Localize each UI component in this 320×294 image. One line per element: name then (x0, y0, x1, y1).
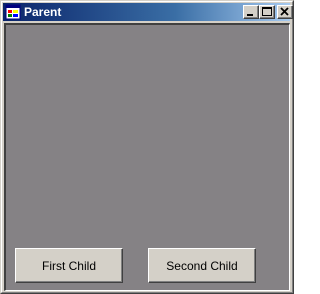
minimize-button[interactable] (243, 5, 259, 19)
title-bar[interactable]: Parent (3, 3, 293, 21)
window-title: Parent (24, 5, 62, 19)
minimize-icon (247, 14, 253, 16)
app-window-icon[interactable] (5, 4, 21, 20)
close-icon (280, 7, 289, 16)
first-child-button-label: First Child (41, 258, 96, 273)
mdi-client-area[interactable]: First Child Second Child (4, 23, 290, 291)
second-child-button[interactable]: Second Child (148, 248, 256, 283)
second-child-button-label: Second Child (166, 258, 238, 273)
parent-window: Parent First Child Second Child (0, 0, 294, 294)
maximize-button[interactable] (259, 5, 275, 19)
close-button[interactable] (277, 5, 293, 19)
first-child-button[interactable]: First Child (15, 248, 123, 283)
maximize-icon (262, 7, 272, 16)
